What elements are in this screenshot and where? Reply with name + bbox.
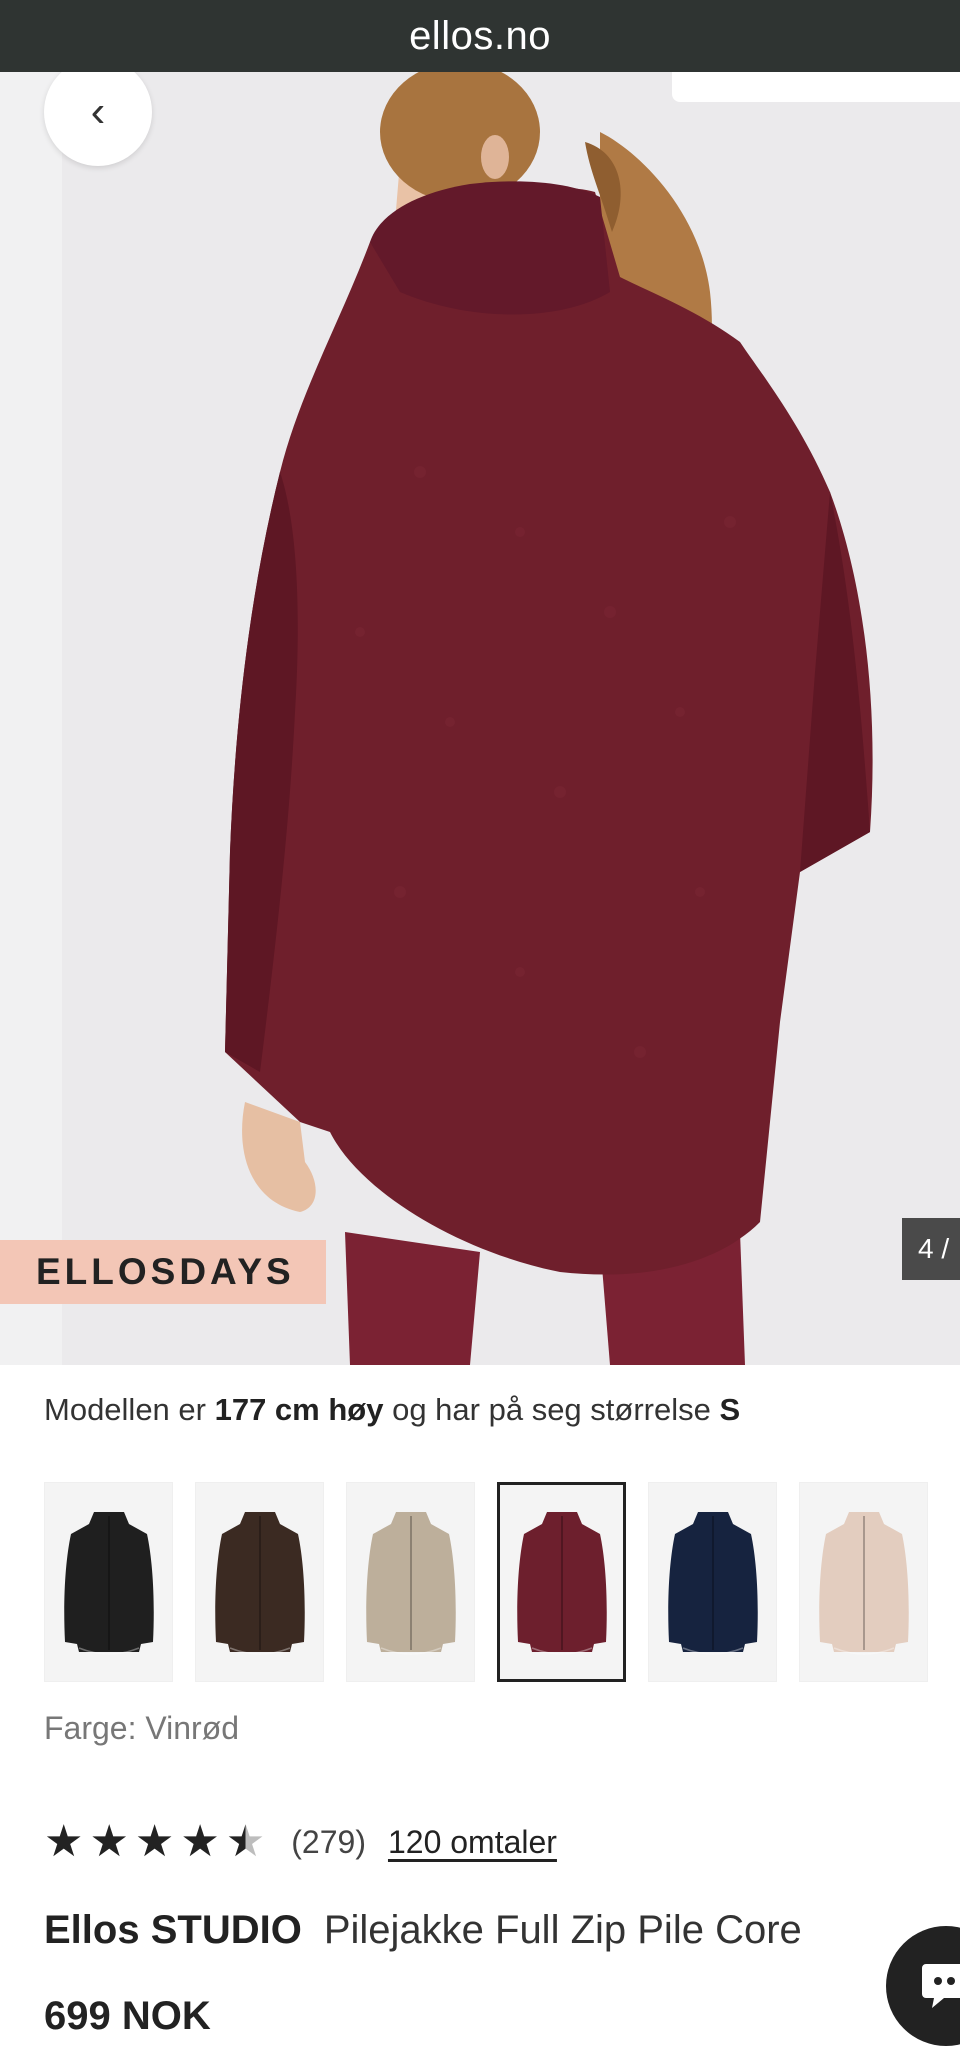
product-name: Pilejakke Full Zip Pile Core — [323, 1908, 802, 1952]
jacket-thumbnail-icon — [818, 1512, 909, 1655]
model-info: Modellen er 177 cm høy og har på seg stø… — [44, 1392, 740, 1428]
product-image[interactable]: ‹ ELLOSDAYS 4 / — [0, 72, 960, 1365]
jacket-thumbnail-icon — [63, 1512, 154, 1655]
model-size: S — [719, 1392, 741, 1427]
jacket-thumbnail-icon — [214, 1512, 305, 1655]
chat-bubble-icon — [922, 1964, 960, 2008]
star-half-icon: ★ — [225, 1817, 266, 1866]
product-brand[interactable]: Ellos STUDIO — [44, 1908, 302, 1952]
jacket-thumbnail-icon — [365, 1512, 456, 1655]
swatch-strip — [0, 1482, 960, 1686]
model-height: 177 cm høy — [214, 1392, 384, 1427]
product-price: 699 NOK — [44, 1994, 211, 2038]
chat-button[interactable] — [886, 1926, 960, 2046]
product-photo-illustration — [225, 72, 873, 1365]
jacket-thumbnail-icon — [516, 1512, 607, 1655]
color-label: Farge: Vinrød — [44, 1710, 240, 1746]
color-swatches — [44, 1482, 928, 1682]
reviews-link[interactable]: 120 omtaler — [388, 1824, 557, 1861]
model-info-middle: og har på seg størrelse — [383, 1392, 720, 1427]
color-swatch-navy[interactable] — [648, 1482, 777, 1682]
jacket-thumbnail-icon — [667, 1512, 758, 1655]
size-selector-partial[interactable] — [672, 72, 960, 102]
image-counter: 4 / — [902, 1218, 960, 1280]
image-counter-label: 4 / — [918, 1233, 950, 1264]
model-info-prefix: Modellen er — [44, 1392, 215, 1427]
color-swatch-pink[interactable] — [799, 1482, 928, 1682]
star-icon: ★ — [44, 1817, 84, 1866]
chevron-left-icon: ‹ — [90, 87, 106, 136]
rating-count: (279) — [291, 1823, 366, 1860]
color-swatch-wine-red[interactable] — [497, 1482, 626, 1682]
color-swatch-brown[interactable] — [195, 1482, 324, 1682]
star-icon: ★ — [180, 1817, 220, 1866]
browser-url-bar[interactable]: ellos.no — [0, 0, 960, 72]
color-swatch-beige[interactable] — [346, 1482, 475, 1682]
star-rating: ★ ★ ★ ★ ★ — [44, 1820, 265, 1864]
promo-badge-label: ELLOSDAYS — [36, 1251, 295, 1292]
promo-badge: ELLOSDAYS — [0, 1240, 326, 1304]
star-icon: ★ — [134, 1817, 175, 1866]
url-text: ellos.no — [409, 13, 551, 58]
star-icon: ★ — [89, 1817, 129, 1866]
product-title: Ellos STUDIO Pilejakke Full Zip Pile Core — [44, 1908, 802, 1953]
rating-row: ★ ★ ★ ★ ★ (279) 120 omtaler — [44, 1820, 557, 1864]
color-swatch-black[interactable] — [44, 1482, 173, 1682]
